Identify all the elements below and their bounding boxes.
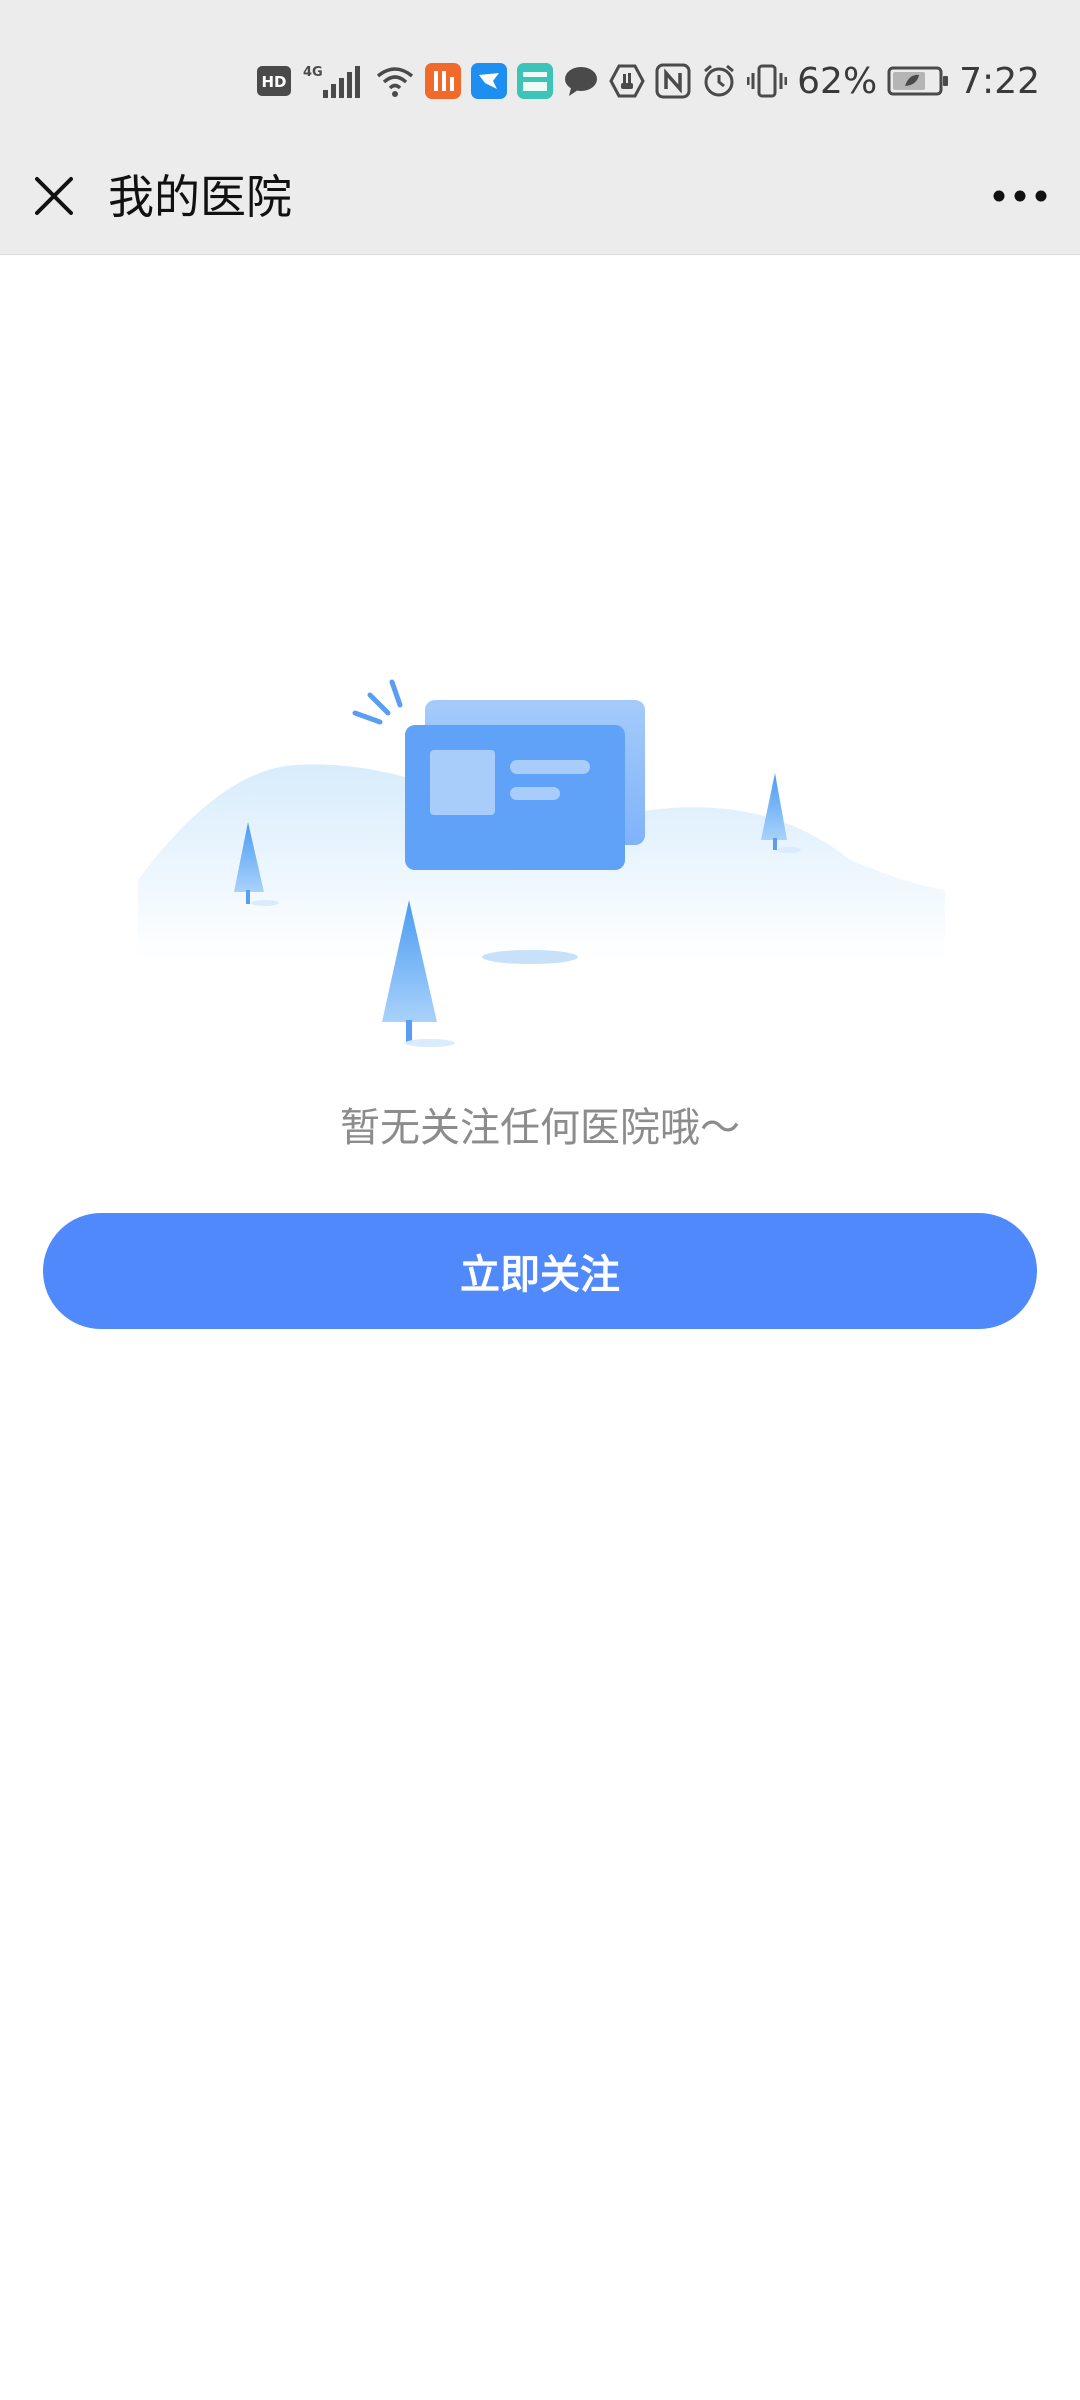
message-icon <box>563 64 599 98</box>
clock: 7:22 <box>959 60 1040 102</box>
svg-text:4G: 4G <box>303 65 323 80</box>
boss-app-icon <box>517 63 554 99</box>
signal-icon: 4G <box>301 62 365 100</box>
shield-hand-icon <box>609 63 645 99</box>
empty-state-message: 暂无关注任何医院哦～ <box>340 1105 740 1151</box>
battery-percent: 62% <box>797 60 878 102</box>
status-icons: HD 4G 62% 7:22 <box>257 56 1040 106</box>
close-button[interactable] <box>24 166 84 226</box>
more-icon <box>993 190 1047 202</box>
app-icon-orange <box>425 63 462 99</box>
app-icon-blue <box>471 63 508 99</box>
close-icon <box>35 177 73 215</box>
hd-icon: HD <box>257 66 292 96</box>
nav-bar: 我的医院 <box>0 150 1080 255</box>
more-button[interactable] <box>980 166 1060 226</box>
page-title: 我的医院 <box>108 170 292 224</box>
status-bar: HD 4G 62% 7:22 <box>0 0 1080 150</box>
alarm-icon <box>701 63 737 99</box>
wifi-icon <box>375 64 415 98</box>
nfc-icon <box>655 63 691 99</box>
svg-text:HD: HD <box>262 73 287 91</box>
battery-icon <box>887 66 949 96</box>
empty-card-illustration <box>130 660 950 1060</box>
follow-now-button[interactable]: 立即关注 <box>43 1213 1037 1329</box>
vibrate-icon <box>747 63 788 99</box>
